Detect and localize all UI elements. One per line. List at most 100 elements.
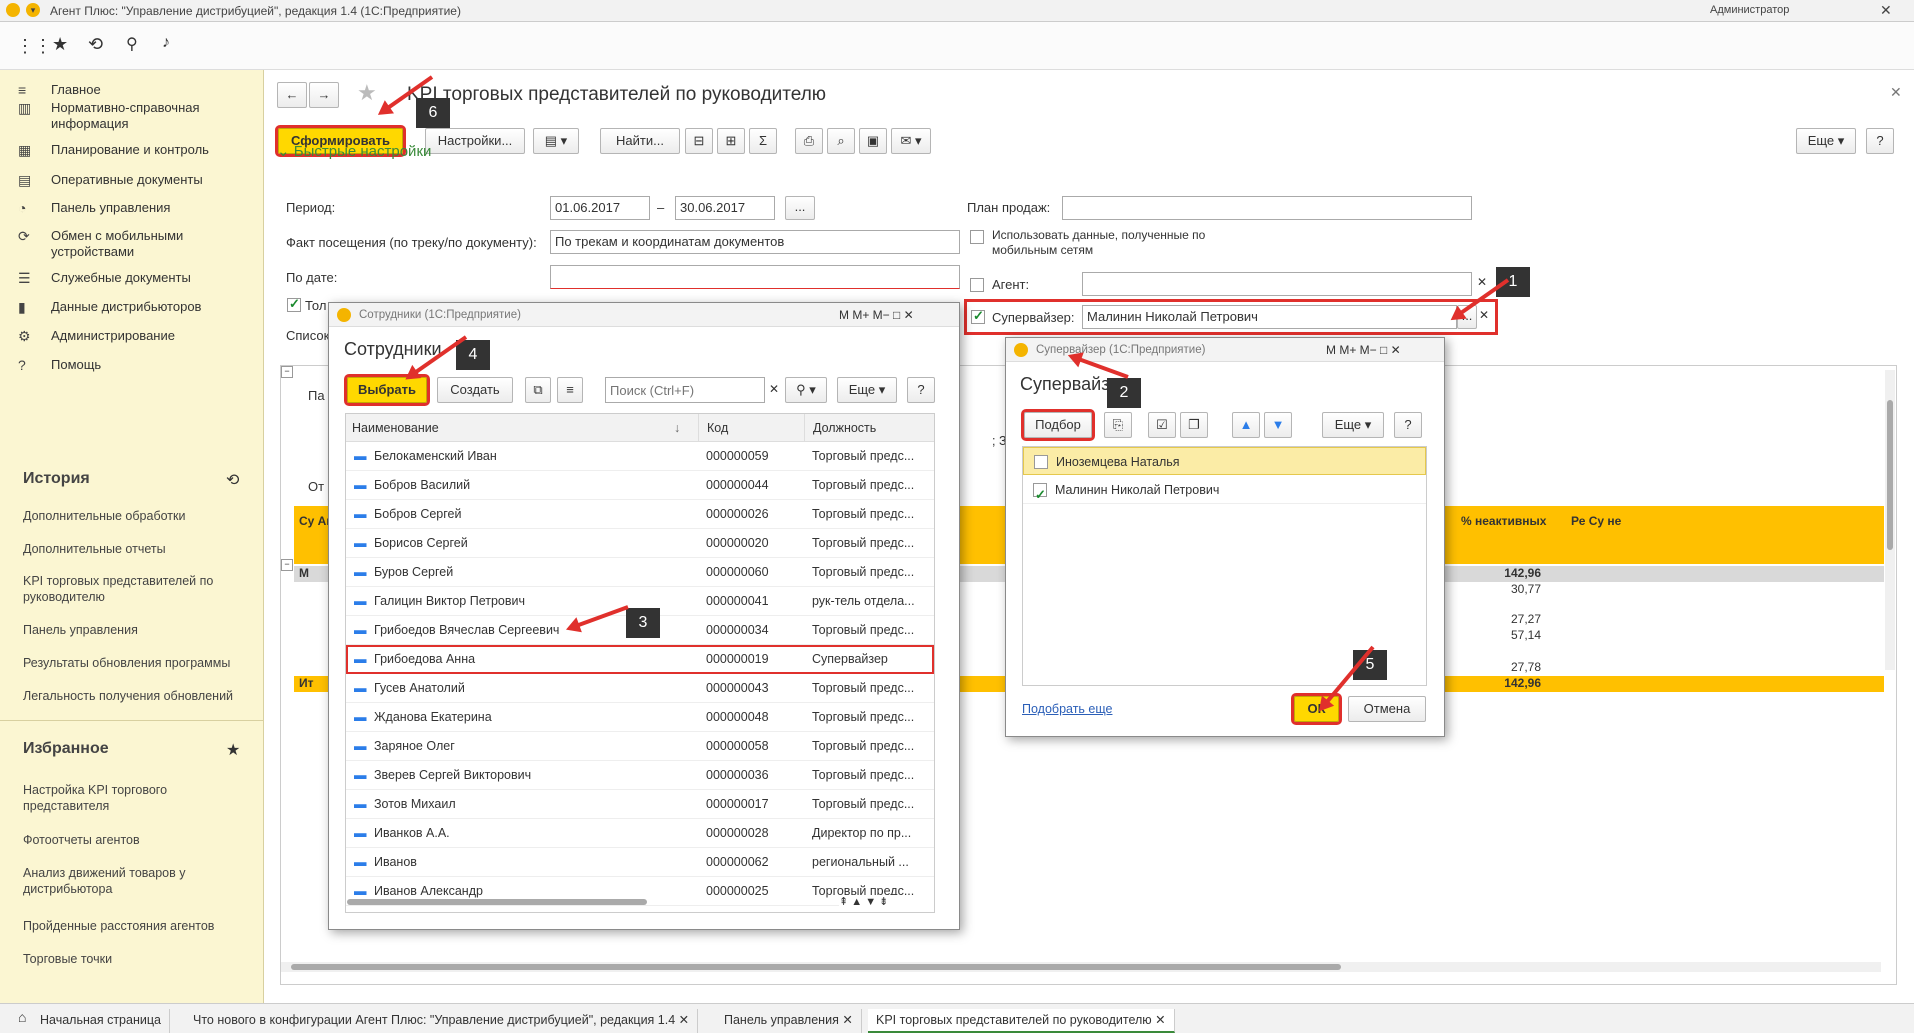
- tab-kpi-report[interactable]: KPI торговых представителей по руководит…: [868, 1009, 1175, 1033]
- employees-hscroll[interactable]: [347, 899, 647, 905]
- vscroll-thumb[interactable]: [1887, 400, 1893, 550]
- table-row[interactable]: ▬ Борисов Сергей 000000020 Торговый предс..…: [346, 529, 934, 558]
- app-menu-icon[interactable]: ▾: [26, 3, 40, 17]
- more-button[interactable]: Еще ▾: [1796, 128, 1856, 154]
- favorites-star-icon[interactable]: ★: [226, 740, 240, 760]
- pick-button[interactable]: Подбор: [1021, 409, 1095, 441]
- table-row[interactable]: ▬ Жданова Екатерина 000000048 Торговый пред…: [346, 703, 934, 732]
- search-icon[interactable]: ⚲: [126, 34, 138, 54]
- collapse-group-icon[interactable]: −: [281, 559, 293, 571]
- create-button[interactable]: Создать: [437, 377, 513, 403]
- table-row[interactable]: ▬ Заряное Олег 000000058 Торговый предс...: [346, 732, 934, 761]
- horizontal-scrollbar[interactable]: [281, 962, 1881, 972]
- search-clear-icon[interactable]: ✕: [769, 382, 779, 396]
- sales-plan-select[interactable]: [1062, 196, 1472, 220]
- collapse-group-icon[interactable]: −: [281, 366, 293, 378]
- table-row[interactable]: ▬ Белокаменский Иван 000000059 Торговый пре…: [346, 442, 934, 471]
- list-item[interactable]: Малинин Николай Петрович: [1023, 476, 1426, 509]
- col-name[interactable]: Наименование: [352, 414, 439, 442]
- period-from-field[interactable]: 01.06.2017: [550, 196, 650, 220]
- move-up-icon[interactable]: ▲: [1232, 412, 1260, 438]
- use-mobile-checkbox[interactable]: [970, 230, 984, 244]
- check-all-icon[interactable]: ☑: [1148, 412, 1176, 438]
- item-checkbox[interactable]: [1033, 481, 1047, 509]
- supervisor-help-button[interactable]: ?: [1394, 412, 1422, 438]
- sum-icon[interactable]: Σ: [749, 128, 777, 154]
- col-position[interactable]: Должность: [804, 414, 876, 442]
- list-icon[interactable]: ≡: [557, 377, 583, 403]
- favorite-link[interactable]: Торговые точки: [23, 951, 253, 967]
- item-checkbox[interactable]: [1034, 455, 1048, 469]
- nav-arrows[interactable]: ⇞ ▲ ▼ ⇟: [839, 895, 934, 908]
- expand-icon[interactable]: ⊞: [717, 128, 745, 154]
- print-icon[interactable]: ⎙: [795, 128, 823, 154]
- table-row[interactable]: ▬ Иванков А.А. 000000028 Директор по пр...: [346, 819, 934, 848]
- table-row[interactable]: ▬ Зверев Сергей Викторович 000000036 Торгов…: [346, 761, 934, 790]
- back-button[interactable]: ←: [277, 82, 307, 108]
- forward-button[interactable]: →: [309, 82, 339, 108]
- save-icon[interactable]: ▣: [859, 128, 887, 154]
- supervisor-field[interactable]: Малинин Николай Петрович: [1082, 305, 1457, 329]
- col-code[interactable]: Код: [698, 414, 728, 442]
- history-link[interactable]: Дополнительные обработки: [23, 508, 253, 524]
- history-link[interactable]: Панель управления: [23, 622, 253, 638]
- copy-icon[interactable]: ⧉: [525, 377, 551, 403]
- list-item[interactable]: Иноземцева Наталья: [1023, 447, 1426, 475]
- preview-icon[interactable]: ⌕: [827, 128, 855, 154]
- table-row[interactable]: ▬ Буров Сергей 000000060 Торговый предс...: [346, 558, 934, 587]
- supervisor-clear-icon[interactable]: ✕: [1479, 308, 1489, 322]
- scroll-thumb[interactable]: [291, 964, 1341, 970]
- employees-more-button[interactable]: Еще ▾: [837, 377, 897, 403]
- close-icon[interactable]: ✕: [1880, 2, 1892, 19]
- history-icon[interactable]: ⟲: [88, 34, 103, 55]
- variants-button[interactable]: ▤ ▾: [533, 128, 579, 154]
- apps-grid-icon[interactable]: ⋮⋮: [16, 36, 52, 57]
- bell-icon[interactable]: ♪: [162, 34, 170, 52]
- history-link[interactable]: Легальность получения обновлений: [23, 688, 253, 704]
- favorite-link[interactable]: Анализ движений товаров у дистрибьютора: [23, 865, 253, 897]
- history-link[interactable]: Дополнительные отчеты: [23, 541, 253, 557]
- favorite-link[interactable]: Пройденные расстояния агентов: [23, 918, 253, 934]
- visit-fact-select[interactable]: По трекам и координатам документов: [550, 230, 960, 254]
- window-controls[interactable]: M M+ M− □ ✕: [1326, 338, 1401, 362]
- collapse-icon[interactable]: ⊟: [685, 128, 713, 154]
- search-input[interactable]: [605, 377, 765, 403]
- quick-settings-toggle[interactable]: ⌄ Быстрые настройки: [277, 142, 431, 160]
- favorites-star-icon[interactable]: ★: [52, 34, 68, 55]
- table-row[interactable]: ▬ Грибоедова Анна 000000019 Супервайзер: [346, 645, 934, 674]
- search-icon[interactable]: ⚲ ▾: [785, 377, 827, 403]
- close-form-icon[interactable]: ✕: [1890, 84, 1902, 101]
- email-icon[interactable]: ✉ ▾: [891, 128, 931, 154]
- agent-field[interactable]: [1082, 272, 1472, 296]
- employees-help-button[interactable]: ?: [907, 377, 935, 403]
- tab-whats-new[interactable]: Что нового в конфигурации Агент Плюс: "У…: [185, 1009, 699, 1033]
- history-icon[interactable]: ⟲: [226, 470, 239, 490]
- history-link[interactable]: Результаты обновления программы: [23, 655, 253, 671]
- supervisor-checkbox[interactable]: [971, 308, 985, 324]
- window-controls[interactable]: M M+ M− □ ✕: [839, 303, 914, 327]
- pick-more-link[interactable]: Подобрать еще: [1022, 702, 1112, 716]
- agent-checkbox[interactable]: [970, 278, 984, 292]
- uncheck-all-icon[interactable]: ❐: [1180, 412, 1208, 438]
- tab-home[interactable]: Начальная страница: [32, 1009, 170, 1033]
- favorite-link[interactable]: Настройка KPI торгового представителя: [23, 782, 253, 814]
- period-select-button[interactable]: ...: [785, 196, 815, 220]
- table-row[interactable]: ▬ Гусев Анатолий 000000043 Торговый предс..…: [346, 674, 934, 703]
- only-checkbox[interactable]: [287, 296, 301, 312]
- table-row[interactable]: ▬ Бобров Василий 000000044 Торговый предс..…: [346, 471, 934, 500]
- tab-close-icon[interactable]: ✕: [1155, 1013, 1165, 1027]
- history-link[interactable]: KPI торговых представителей по руководит…: [23, 573, 253, 605]
- table-row[interactable]: ▬ Иванов 000000062 региональный ...: [346, 848, 934, 877]
- supervisor-more-button[interactable]: Еще ▾: [1322, 412, 1384, 438]
- cancel-button[interactable]: Отмена: [1348, 696, 1426, 722]
- vertical-scrollbar[interactable]: [1885, 370, 1895, 670]
- move-down-icon[interactable]: ▼: [1264, 412, 1292, 438]
- find-button[interactable]: Найти...: [600, 128, 680, 154]
- tab-dashboard[interactable]: Панель управления ✕: [716, 1009, 862, 1033]
- home-icon[interactable]: ⌂: [18, 1009, 26, 1025]
- help-button[interactable]: ?: [1866, 128, 1894, 154]
- by-date-select[interactable]: [550, 265, 960, 289]
- tab-close-icon[interactable]: ✕: [679, 1013, 689, 1027]
- paste-icon[interactable]: ⎘: [1104, 412, 1132, 438]
- table-row[interactable]: ▬ Бобров Сергей 000000026 Торговый предс...: [346, 500, 934, 529]
